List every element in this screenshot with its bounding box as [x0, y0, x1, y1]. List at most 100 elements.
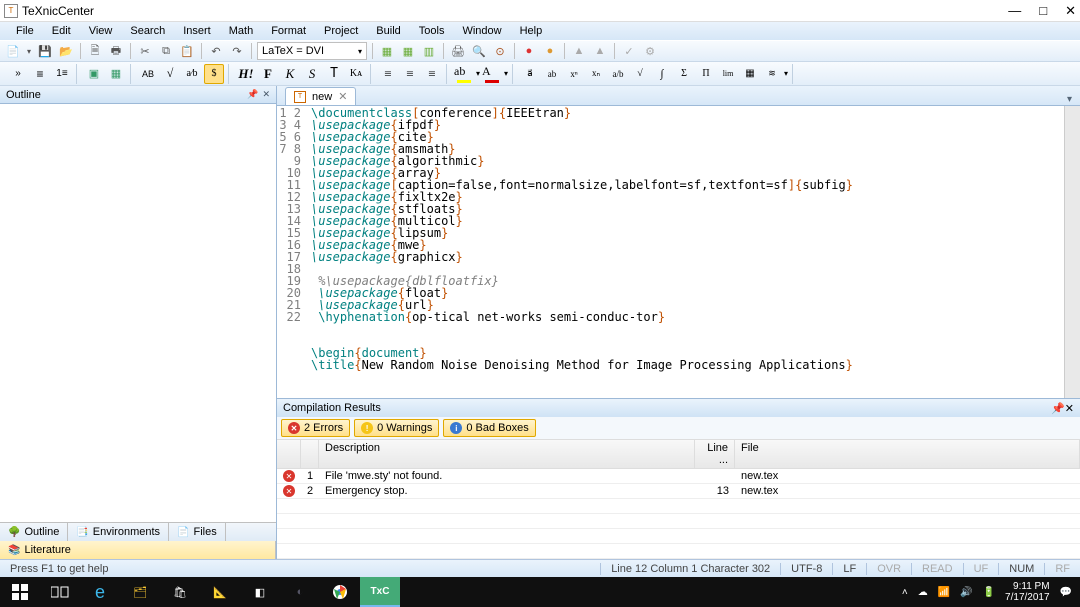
panel-pin-icon[interactable]: 📌: [247, 89, 258, 100]
menu-edit[interactable]: Edit: [44, 23, 79, 39]
error-row[interactable]: ✕1File 'mwe.sty' not found.new.tex: [277, 469, 1080, 484]
math-sub-icon[interactable]: xₙ: [586, 64, 606, 84]
document-tab[interactable]: T new ✕: [285, 87, 356, 105]
menu-tools[interactable]: Tools: [411, 23, 453, 39]
math-matrix-icon[interactable]: ▦: [740, 64, 760, 84]
options-icon[interactable]: ⚙: [641, 42, 659, 60]
italic-icon[interactable]: K: [280, 64, 300, 84]
frac-icon[interactable]: a⁄b: [182, 64, 202, 84]
new-file-dropdown-icon[interactable]: ▾: [25, 42, 33, 60]
tray-battery-icon[interactable]: 🔋: [983, 587, 995, 598]
tray-notifications-icon[interactable]: 💬: [1060, 587, 1072, 598]
literature-tab[interactable]: 📚Literature: [0, 541, 276, 559]
code-area[interactable]: \documentclass[conference]{IEEEtran} \us…: [307, 106, 1064, 398]
close-button[interactable]: ✕: [1065, 3, 1076, 19]
insert-table-icon[interactable]: ▦: [106, 64, 126, 84]
abc-icon[interactable]: AB: [138, 64, 158, 84]
tray-clock[interactable]: 9:11 PM 7/17/2017: [1005, 581, 1050, 603]
error-row[interactable]: ✕2Emergency stop.13new.tex: [277, 484, 1080, 499]
texniccenter-taskbar-icon[interactable]: TxC: [360, 577, 400, 607]
math-op2-icon[interactable]: ab: [542, 64, 562, 84]
build-all-icon[interactable]: ▥: [420, 42, 438, 60]
insert-figure-icon[interactable]: ▣: [84, 64, 104, 84]
eclipse-icon[interactable]: ◐: [280, 577, 320, 607]
tray-wifi-icon[interactable]: 📶: [938, 587, 950, 598]
comp-pin-icon[interactable]: 📌: [1051, 402, 1065, 415]
menu-file[interactable]: File: [8, 23, 42, 39]
badboxes-filter-button[interactable]: i0 Bad Boxes: [443, 419, 535, 437]
tray-up-icon[interactable]: ˄: [902, 587, 908, 598]
menu-math[interactable]: Math: [221, 23, 261, 39]
explorer-icon[interactable]: 🗂: [120, 577, 160, 607]
spell-icon[interactable]: ✓: [620, 42, 638, 60]
text-color-button[interactable]: A: [482, 64, 502, 84]
math-sup-icon[interactable]: xⁿ: [564, 64, 584, 84]
menu-format[interactable]: Format: [263, 23, 314, 39]
minimize-button[interactable]: —: [1008, 3, 1021, 19]
find-icon[interactable]: 🔍: [470, 42, 488, 60]
badbox-icon[interactable]: ▲: [591, 42, 609, 60]
slant-icon[interactable]: S: [302, 64, 322, 84]
goto-icon[interactable]: ⊙: [491, 42, 509, 60]
warning-icon[interactable]: ▲: [570, 42, 588, 60]
build-icon[interactable]: ▦: [378, 42, 396, 60]
edge-icon[interactable]: e: [80, 577, 120, 607]
tab-close-icon[interactable]: ✕: [338, 90, 347, 103]
number-list-icon[interactable]: 1≡: [52, 64, 72, 84]
heading-icon[interactable]: H!: [236, 64, 256, 84]
tab-dropdown-icon[interactable]: ▾: [1067, 94, 1072, 105]
bullet-list-icon[interactable]: ≡: [30, 64, 50, 84]
open-icon[interactable]: 📂: [57, 42, 75, 60]
maximize-button[interactable]: □: [1039, 3, 1047, 19]
math-frac-icon[interactable]: a/b: [608, 64, 628, 84]
chrome-icon[interactable]: [320, 577, 360, 607]
nav-tab-outline[interactable]: 🌳Outline: [0, 523, 68, 541]
nav-tab-environments[interactable]: 📑Environments: [68, 523, 169, 541]
panel-close-icon[interactable]: ✕: [262, 89, 270, 100]
menu-project[interactable]: Project: [316, 23, 366, 39]
menu-window[interactable]: Window: [454, 23, 509, 39]
save-all-icon[interactable]: 🗎: [86, 42, 104, 60]
align-center-icon[interactable]: ≡: [400, 64, 420, 84]
bold-icon[interactable]: F: [258, 64, 278, 84]
output-profile-select[interactable]: LaTeX = DVI▾: [257, 42, 367, 60]
errors-filter-button[interactable]: ✕2 Errors: [281, 419, 350, 437]
vertical-scrollbar[interactable]: [1064, 106, 1080, 398]
dollar-icon[interactable]: $: [204, 64, 224, 84]
menu-help[interactable]: Help: [512, 23, 551, 39]
menu-insert[interactable]: Insert: [175, 23, 219, 39]
vscode-icon[interactable]: ◧: [240, 577, 280, 607]
redo-icon[interactable]: ↷: [228, 42, 246, 60]
tt-icon[interactable]: T: [324, 64, 344, 84]
print-icon[interactable]: 🖶: [107, 42, 125, 60]
math-op1-icon[interactable]: a⃗: [520, 64, 540, 84]
taskview-button[interactable]: [40, 577, 80, 607]
tray-cloud-icon[interactable]: ☁: [918, 587, 928, 598]
cut-icon[interactable]: ✂: [136, 42, 154, 60]
comp-close-icon[interactable]: ✕: [1065, 402, 1074, 415]
menu-view[interactable]: View: [81, 23, 121, 39]
bullet-arrow-icon[interactable]: »: [8, 64, 28, 84]
menu-build[interactable]: Build: [368, 23, 408, 39]
nav-tab-files[interactable]: 📄Files: [169, 523, 226, 541]
save-icon[interactable]: 💾: [36, 42, 54, 60]
highlight-color-button[interactable]: ab: [454, 64, 474, 84]
math-root-icon[interactable]: √: [630, 64, 650, 84]
math-prod-icon[interactable]: Π: [696, 64, 716, 84]
warnings-filter-button[interactable]: !0 Warnings: [354, 419, 439, 437]
stop-build-icon[interactable]: ●: [520, 42, 538, 60]
view-output-icon[interactable]: 🖨: [449, 42, 467, 60]
tray-volume-icon[interactable]: 🔊: [960, 587, 972, 598]
build-view-icon[interactable]: ▦: [399, 42, 417, 60]
math-lim-icon[interactable]: lim: [718, 64, 738, 84]
math-sum-icon[interactable]: Σ: [674, 64, 694, 84]
paste-icon[interactable]: 📋: [178, 42, 196, 60]
undo-icon[interactable]: ↶: [207, 42, 225, 60]
align-left-icon[interactable]: ≡: [378, 64, 398, 84]
sqrt-icon[interactable]: √: [160, 64, 180, 84]
code-editor[interactable]: 1 2 3 4 5 6 7 8 9 10 11 12 13 14 15 16 1…: [277, 106, 1080, 398]
align-right-icon[interactable]: ≡: [422, 64, 442, 84]
matlab-icon[interactable]: 📐: [200, 577, 240, 607]
menu-search[interactable]: Search: [122, 23, 173, 39]
math-vec-icon[interactable]: ≋: [762, 64, 782, 84]
